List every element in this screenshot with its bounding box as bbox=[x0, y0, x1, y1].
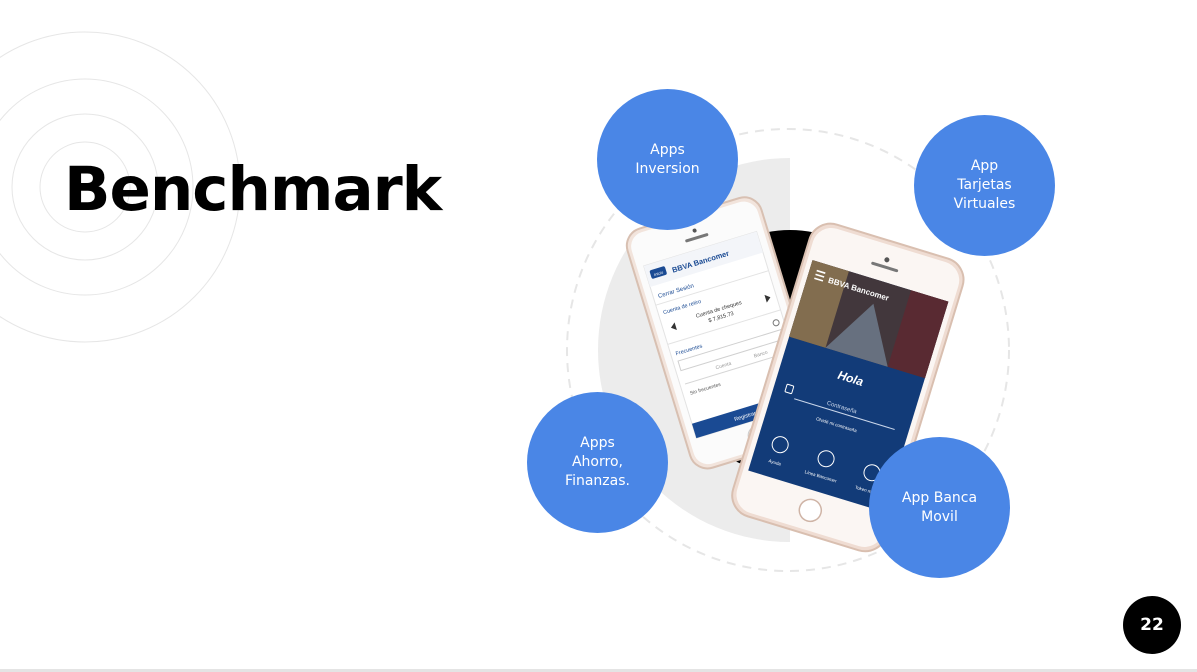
hero-illustration: Inicio BBVA Bancomer Cerrar Sesión Cuent… bbox=[566, 128, 1010, 572]
bubble-apps-inversion: Apps Inversion bbox=[597, 89, 738, 230]
bubble-label-banca-movil: App Banca Movil bbox=[901, 489, 978, 525]
page-number: 22 bbox=[1140, 615, 1164, 635]
slide: Benchmark Inicio BBVA Bancomer Cerrar Se… bbox=[0, 0, 1197, 672]
bubble-label-inversion: Apps Inversion bbox=[635, 141, 700, 177]
bubble-label-tarjetas: App Tarjetas Virtuales bbox=[953, 158, 1016, 212]
page-number-badge: 22 bbox=[1123, 596, 1181, 654]
bubble-app-banca-movil: App Banca Movil bbox=[869, 437, 1010, 578]
bubble-apps-ahorro-finanzas: Apps Ahorro, Finanzas. bbox=[527, 392, 668, 533]
bubble-label-ahorro: Apps Ahorro, Finanzas. bbox=[565, 435, 630, 489]
bubble-app-tarjetas-virtuales: App Tarjetas Virtuales bbox=[914, 115, 1055, 256]
